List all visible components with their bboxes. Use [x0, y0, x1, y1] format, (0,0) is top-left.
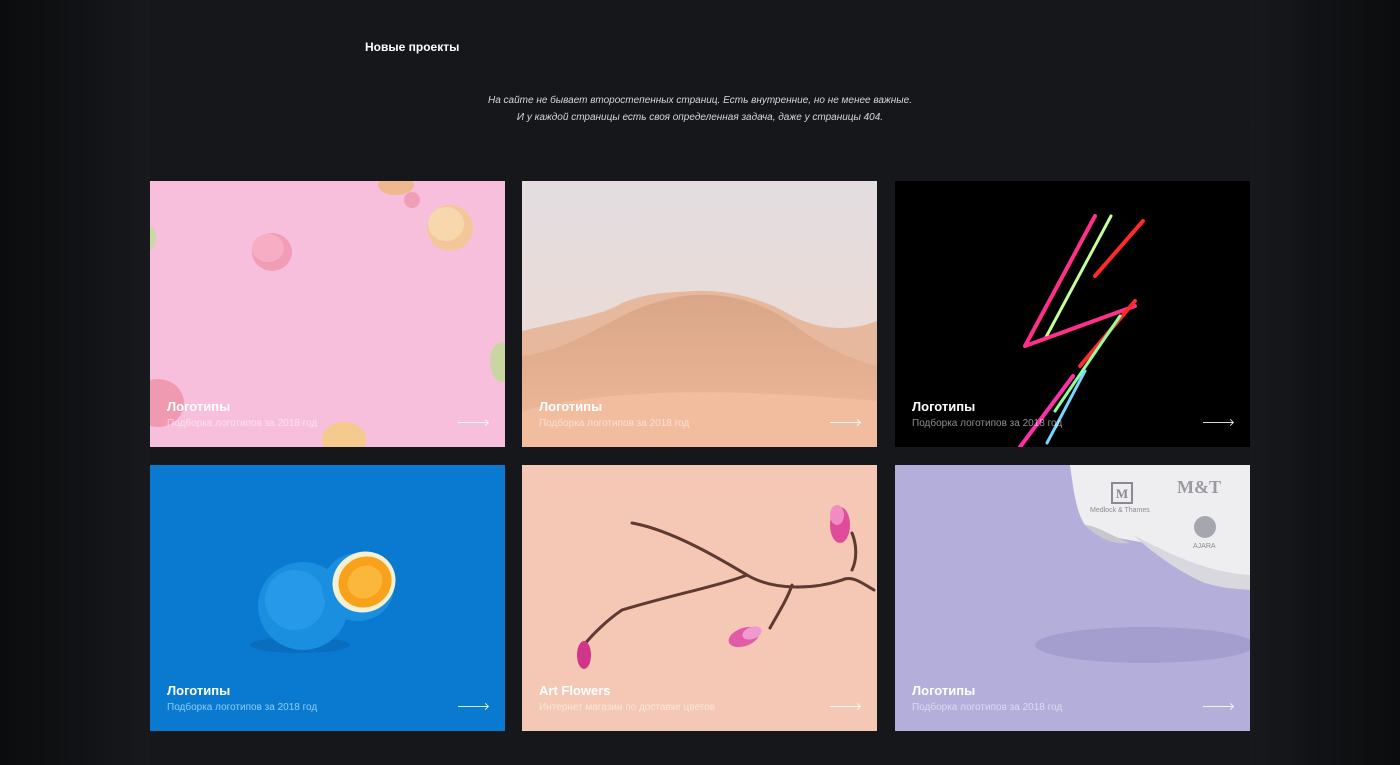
card-title: Логотипы: [167, 399, 231, 414]
intro-line-2: И у каждой страницы есть своя определенн…: [516, 112, 884, 123]
card-subtitle: Подборка логотипов за 2018 год: [167, 702, 318, 713]
card-title: Art Flowers: [539, 683, 611, 698]
arrow-right-icon[interactable]: [830, 421, 860, 425]
right-background-strip: [1250, 0, 1400, 765]
svg-text:M: M: [1116, 486, 1128, 501]
paper-logo-mt: M&T: [1177, 477, 1221, 497]
card-title: Логотипы: [912, 683, 976, 698]
project-card-4[interactable]: Логотипы Подборка логотипов за 2018 год: [150, 465, 505, 731]
project-card-2[interactable]: Логотипы Подборка логотипов за 2018 год: [522, 181, 877, 447]
arrow-right-icon[interactable]: [830, 705, 860, 709]
left-background-strip: [0, 0, 150, 765]
section-intro: На сайте не бывает второстепенных страни…: [150, 92, 1250, 126]
card-title: Логотипы: [167, 683, 231, 698]
section-title: Новые проекты: [365, 40, 460, 54]
card-subtitle: Подборка логотипов за 2018 год: [167, 418, 318, 429]
card-title: Логотипы: [912, 399, 976, 414]
card-subtitle: Подборка логотипов за 2018 год: [912, 418, 1063, 429]
arrow-right-icon[interactable]: [458, 705, 488, 709]
card-subtitle: Интернет магазин по доставке цветов: [539, 702, 716, 713]
arrow-right-icon[interactable]: [458, 421, 488, 425]
card-subtitle: Подборка логотипов за 2018 год: [539, 418, 690, 429]
card-title: Логотипы: [539, 399, 603, 414]
card-subtitle: Подборка логотипов за 2018 год: [912, 702, 1063, 713]
project-card-1[interactable]: Логотипы Подборка логотипов за 2018 год: [150, 181, 505, 447]
project-card-5[interactable]: Art Flowers Интернет магазин по доставке…: [522, 465, 877, 731]
paper-logo-medlock: Medlock & Thames: [1090, 507, 1150, 514]
intro-line-1: На сайте не бывает второстепенных страни…: [487, 95, 913, 106]
arrow-right-icon[interactable]: [1203, 421, 1233, 425]
projects-section: Новые проекты На сайте не бывает второст…: [150, 0, 1250, 765]
project-card-3[interactable]: Логотипы Подборка логотипов за 2018 год: [895, 181, 1250, 447]
project-card-6[interactable]: M Medlock & Thames M&T AJARA Логотипы По…: [895, 465, 1250, 731]
paper-logo-ajara: AJARA: [1193, 543, 1216, 550]
arrow-right-icon[interactable]: [1203, 705, 1233, 709]
